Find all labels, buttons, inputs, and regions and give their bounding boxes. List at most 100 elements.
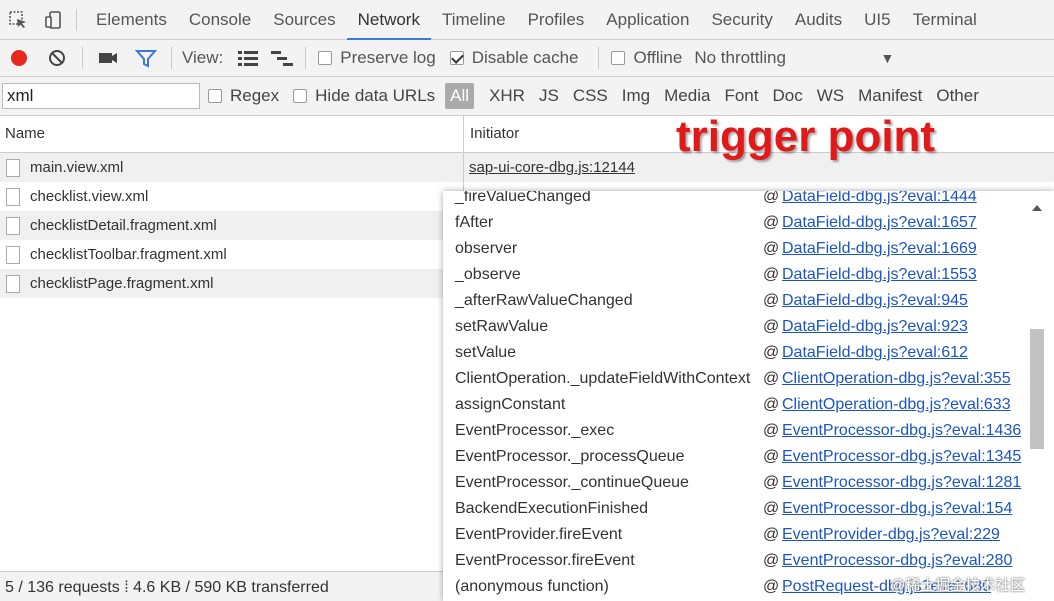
source-link[interactable]: DataField-dbg.js?eval:923 [782,314,968,340]
function-name: (anonymous function) [455,578,609,595]
tab-profiles[interactable]: Profiles [517,0,596,40]
toolbar-separator [305,47,307,69]
source-link[interactable]: ClientOperation-dbg.js?eval:355 [782,366,1011,392]
filter-type-xhr[interactable]: XHR [482,83,532,109]
function-name: BackendExecutionFinished [455,500,649,517]
tab-sources[interactable]: Sources [262,0,346,40]
checkbox-box-checked[interactable] [449,51,464,65]
scrollbar-thumb[interactable] [1030,329,1044,449]
source-link[interactable]: DataField-dbg.js?eval:945 [782,288,968,314]
preserve-log-checkbox[interactable]: Preserve log [318,48,436,68]
stack-frame: _afterRawValueChanged @ DataField-dbg.js?e… [455,288,1025,314]
source-link[interactable]: EventProcessor-dbg.js?eval:154 [782,496,1012,522]
function-name: setRawValue [455,318,549,335]
regex-checkbox[interactable]: Regex [208,86,279,106]
view-label: View: [182,48,224,67]
filter-icon[interactable] [127,40,165,77]
checkbox-box[interactable] [318,51,333,65]
source-link[interactable]: DataField-dbg.js?eval:1444 [782,191,977,210]
source-link[interactable]: DataField-dbg.js?eval:1669 [782,236,977,262]
request-name: checklistDetail.fragment.xml [30,217,217,234]
document-icon [6,159,20,177]
stack-frame: EventProcessor.fireEvent @ EventProcessor-… [455,548,1025,574]
function-name: _afterRawValueChanged [455,292,633,309]
stack-frame: ClientOperation._updateFieldWithContext @… [455,366,1025,392]
source-link[interactable]: EventProvider-dbg.js?eval:229 [782,522,1000,548]
filter-type-doc[interactable]: Doc [765,83,809,109]
waterfall-overview-icon[interactable] [265,40,299,77]
tab-network[interactable]: Network [346,0,431,40]
request-name: main.view.xml [30,159,124,176]
tab-console[interactable]: Console [178,0,262,40]
offline-checkbox[interactable]: Offline [611,48,682,68]
tab-timeline[interactable]: Timeline [431,0,517,40]
source-link[interactable]: EventProcessor-dbg.js?eval:1436 [782,418,1021,444]
at-sign: @ [763,396,780,413]
tab-audits[interactable]: Audits [784,0,853,40]
source-link[interactable]: EventProcessor-dbg.js?eval:1281 [782,470,1021,496]
filter-input[interactable] [2,83,200,109]
source-link[interactable]: DataField-dbg.js?eval:612 [782,340,968,366]
function-name: setValue [455,344,517,361]
tab-terminal[interactable]: Terminal [902,0,988,40]
watermark: @稀土掘金技术社区 [890,577,1026,594]
chevron-down-icon: ▼ [880,50,895,66]
inspect-element-icon[interactable] [0,0,36,40]
source-link[interactable]: DataField-dbg.js?eval:1553 [782,262,977,288]
at-sign: @ [763,344,780,361]
disable-cache-label: Disable cache [471,48,579,67]
filter-type-manifest[interactable]: Manifest [851,83,929,109]
tab-elements[interactable]: Elements [85,0,178,40]
document-icon [6,188,20,206]
checkbox-box[interactable] [208,89,222,103]
disable-cache-checkbox[interactable]: Disable cache [449,48,579,68]
filter-type-ws[interactable]: WS [810,83,851,109]
source-link[interactable]: DataField-dbg.js?eval:1657 [782,210,977,236]
toolbar-separator [82,47,83,69]
function-name: observer [455,240,518,257]
stack-frame: EventProcessor._exec @ EventProcessor-dbg.… [455,418,1025,444]
function-name: EventProvider.fireEvent [455,526,623,543]
at-sign: @ [763,500,780,517]
screenshot-camera-icon[interactable] [89,40,127,77]
document-icon [6,217,20,235]
filter-type-js[interactable]: JS [532,83,566,109]
popover-scrollbar[interactable] [1030,191,1044,601]
function-name: assignConstant [455,396,566,413]
stack-frame: EventProcessor._continueQueue @ EventProce… [455,470,1025,496]
hide-data-urls-checkbox[interactable]: Hide data URLs [293,86,435,106]
filter-type-css[interactable]: CSS [566,83,615,109]
record-button[interactable] [0,40,38,77]
function-name: fAfter [455,214,494,231]
at-sign: @ [763,526,780,543]
filter-type-font[interactable]: Font [717,83,765,109]
document-icon [6,246,20,264]
filter-type-img[interactable]: Img [615,83,657,109]
tab-ui5[interactable]: UI5 [853,0,901,40]
filter-type-media[interactable]: Media [657,83,717,109]
source-link[interactable]: EventProcessor-dbg.js?eval:280 [782,548,1012,574]
checkbox-box[interactable] [611,51,626,65]
filter-type-all[interactable]: All [445,83,475,109]
at-sign: @ [763,240,780,257]
tab-security[interactable]: Security [700,0,783,40]
column-header-initiator[interactable]: Initiator [470,125,519,142]
tab-application[interactable]: Application [595,0,700,40]
clear-button[interactable] [38,40,76,77]
scroll-up-icon[interactable] [1032,205,1042,211]
filter-type-other[interactable]: Other [929,83,986,109]
device-mode-icon[interactable] [36,0,72,40]
annotation-trigger-point: trigger point [676,112,936,161]
column-header-name[interactable]: Name [5,125,45,142]
stack-frame: setValue @ DataField-dbg.js?eval:612 [455,340,1025,366]
stack-frame: BackendExecutionFinished @ EventProcessor-… [455,496,1025,522]
at-sign: @ [763,474,780,491]
source-link[interactable]: EventProcessor-dbg.js?eval:1345 [782,444,1021,470]
function-name: _observe [455,266,521,283]
at-sign: @ [763,292,780,309]
throttling-select[interactable]: No throttling ▼ [694,48,894,68]
source-link[interactable]: ClientOperation-dbg.js?eval:633 [782,392,1011,418]
large-rows-icon[interactable] [231,40,265,77]
initiator-link[interactable]: sap-ui-core-dbg.js:12144 [469,159,635,176]
checkbox-box[interactable] [293,89,308,103]
